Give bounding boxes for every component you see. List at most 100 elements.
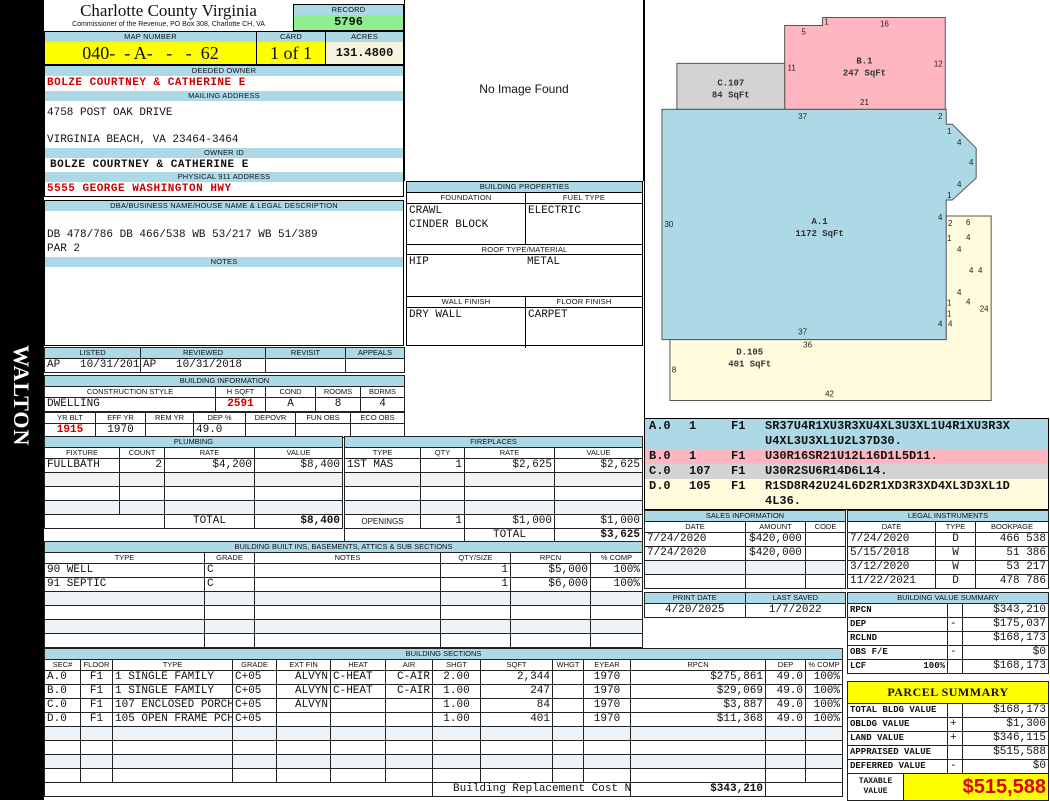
sketch-dimension: 37 [798,328,807,337]
fireplaces-header-row: TYPE QTY RATE VALUE [344,447,643,459]
fuel-type: ELECTRIC [525,204,642,244]
empty-cell [344,472,421,487]
empty-cell [254,500,343,515]
empty-cell [204,619,255,634]
empty-cell [80,740,113,755]
empty-cell [330,726,386,741]
cell: C+05 [232,712,277,727]
hsqft-value: 2591 [215,397,266,412]
empty-cell [385,768,433,783]
empty-cell [510,605,591,620]
parcel-value: $515,588 [962,745,1049,760]
hsqft-label: H SQFT [215,386,266,398]
empty-cell [204,591,255,606]
style-value: DWELLING [44,397,216,412]
revisit-value [265,358,346,373]
sketch-area-sqft: 401 SqFt [728,360,771,370]
fireplaces-table: FIREPLACES TYPE QTY RATE VALUE 1ST MAS 1 $2,625… [344,436,643,543]
builtins-title-row: BUILDING BUILT INS, BASEMENTS, ATTICS & … [44,541,643,553]
cell: 49.0 [765,670,806,685]
cell: 51 386 [975,546,1049,561]
owner-id-label: OWNER ID [45,148,403,158]
style-label: CONSTRUCTION STYLE [44,386,216,398]
sketch-area-sqft: 84 SqFt [712,90,750,100]
physical-address: 5555 GEORGE WASHINGTON HWY [47,183,232,195]
building-sections-table: BUILDING SECTIONS SEC# FLOOR TYPE GRADE EXT F… [44,648,843,797]
sketch-area-sqft: 1172 SqFt [795,229,843,239]
parcel-sign: + [947,731,963,746]
legal-row: 11/22/2021 D 478 786 [847,574,1049,589]
empty-row [644,560,846,575]
value-label: DEP [847,617,948,632]
roof-material: METAL [527,256,561,268]
sketch-dimension: 8 [672,366,677,375]
cell: 1ST MAS [344,458,421,473]
column-header: TYPE [112,659,233,671]
plumbing-table: PLUMBING FIXTURE COUNT RATE VALUE FULLBATH 2 $4… [44,436,343,529]
section-row: C.0 F1 107 ENCLOSED PORCH C+05 ALVYN 1.00 84 19… [44,698,843,713]
sketch-area-label: D.105 [736,348,763,358]
cell: F1 [80,712,113,727]
plumbing-header-row: FIXTURE COUNT RATE VALUE [44,447,343,459]
builtins-header-row: TYPE GRADE NOTES QTY/SIZE RPCN% COMP [44,552,643,564]
empty-cell [80,768,113,783]
sketch-dimension: 2 [938,112,943,121]
owner-id: BOLZE COURTNEY & CATHERINE E [50,159,249,171]
sketch-dimension: 1 [947,127,952,136]
column-header: VALUE [254,447,343,459]
builtins-table: BUILDING BUILT INS, BASEMENTS, ATTICS & … [44,541,643,662]
cell: 466 538 [975,532,1049,547]
empty-cell [630,726,766,741]
empty-cell [119,486,165,501]
segment-code: 105 [689,479,711,493]
cell [330,712,386,727]
empty-row [344,486,643,501]
card-label: CARD [256,32,325,42]
cell: 401 [480,712,553,727]
builtin-row: 91 SEPTIC C 1 $6,000 100% [44,577,643,592]
empty-cell [164,500,255,515]
empty-cell [590,633,643,648]
empty-cell [552,754,584,769]
segment-code: 1 [689,449,697,463]
openings-value: $1,000 [554,514,643,529]
empty-cell [805,768,843,783]
empty-cell [276,740,331,755]
acres-label: ACRES [325,32,403,42]
sketch-dimension: 4 [957,245,962,254]
cell [330,698,386,713]
owner-section: DEEDED OWNER BOLZE COURTNEY & CATHERINE … [44,65,404,197]
empty-cell [385,740,433,755]
cell: 1.00 [432,684,481,699]
cell: 5/15/2018 [847,546,936,561]
cell: C-AIR [385,684,433,699]
column-header: TYPE [935,521,976,533]
empty-cell [554,500,643,515]
roof-type: HIP [409,256,429,268]
no-image-text: No Image Found [479,82,569,96]
reviewed-value: AP 10/31/2018 [140,358,266,373]
last-saved-label: LAST SAVED [744,592,846,604]
cell [385,698,433,713]
empty-row [44,500,343,515]
cell: 107 ENCLOSED PORCH [112,698,233,713]
empty-cell [44,740,81,755]
column-header: WHGT [552,659,584,671]
openings-label: OPENINGS [344,514,421,529]
empty-cell [510,619,591,634]
section-row: B.0 F1 1 SINGLE FAMILY C+05 ALVYN C-HEAT C-AIR… [44,684,843,699]
photo-area: No Image Found [404,0,644,181]
cell: C+05 [232,684,277,699]
value-label-text: RCLND [850,633,878,643]
legal-instruments-table: LEGAL INSTRUMENTS DATE TYPE BOOKPAGE 7/24/20… [847,510,1049,589]
parcel-row: LAND VALUE + $346,115 [847,731,1049,746]
building-value-summary: BUILDING VALUE SUMMARY RPCN $343,210 DEP - $1… [847,592,1049,674]
sketch-dimension: 21 [860,98,869,107]
empty-cell [630,768,766,783]
cell: ALVYN [276,684,331,699]
value-amount: $168,173 [962,631,1049,646]
notes-area [45,267,403,345]
sales-table: SALES INFORMATION DATE AMOUNT CODE 7/24/2020… [644,510,846,589]
sketch-dimension: 2 [948,219,953,228]
parcel-sign [947,745,963,760]
